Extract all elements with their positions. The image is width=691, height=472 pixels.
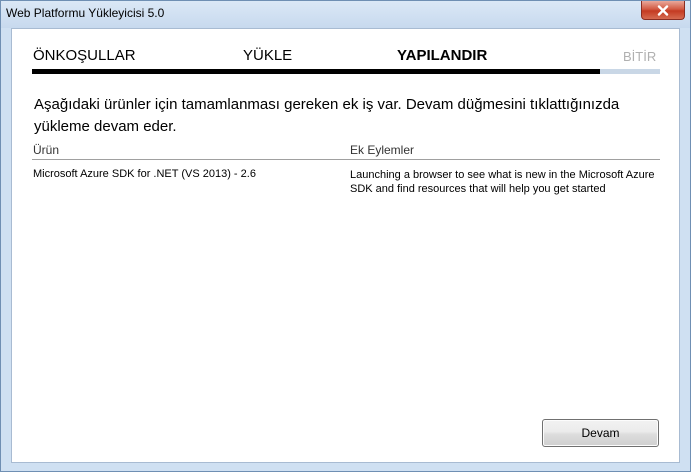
progress-fill <box>32 69 601 74</box>
continue-button[interactable]: Devam <box>542 419 659 447</box>
progress-track <box>32 69 660 74</box>
table-header: Ürün Ek Eylemler <box>32 142 660 160</box>
wizard-steps: ÖNKOŞULLAR YÜKLE YAPILANDIR BİTİR <box>12 29 679 79</box>
info-message: Aşağıdaki ürünler için tamamlanması gere… <box>34 96 620 135</box>
step-install: YÜKLE <box>243 47 293 64</box>
title-bar[interactable]: Web Platformu Yükleyicisi 5.0 <box>1 1 690 28</box>
additional-action: Launching a browser to see what is new i… <box>350 169 655 195</box>
products-table: Ürün Ek Eylemler Microsoft Azure SDK for… <box>32 142 660 200</box>
content-panel: ÖNKOŞULLAR YÜKLE YAPILANDIR BİTİR Aşağıd… <box>11 28 680 463</box>
step-configure: YAPILANDIR <box>397 47 488 64</box>
product-name: Microsoft Azure SDK for .NET (VS 2013) -… <box>33 168 256 180</box>
table-row[interactable]: Microsoft Azure SDK for .NET (VS 2013) -… <box>32 160 660 200</box>
close-icon <box>657 4 669 16</box>
column-header-product: Ürün <box>33 143 60 157</box>
installer-window: Web Platformu Yükleyicisi 5.0 ÖNKOŞULLAR… <box>0 0 691 472</box>
step-finish: BİTİR <box>623 49 657 64</box>
column-header-actions: Ek Eylemler <box>350 143 415 157</box>
close-button[interactable] <box>641 1 685 20</box>
step-prerequisites: ÖNKOŞULLAR <box>33 47 136 64</box>
window-title: Web Platformu Yükleyicisi 5.0 <box>6 6 165 20</box>
